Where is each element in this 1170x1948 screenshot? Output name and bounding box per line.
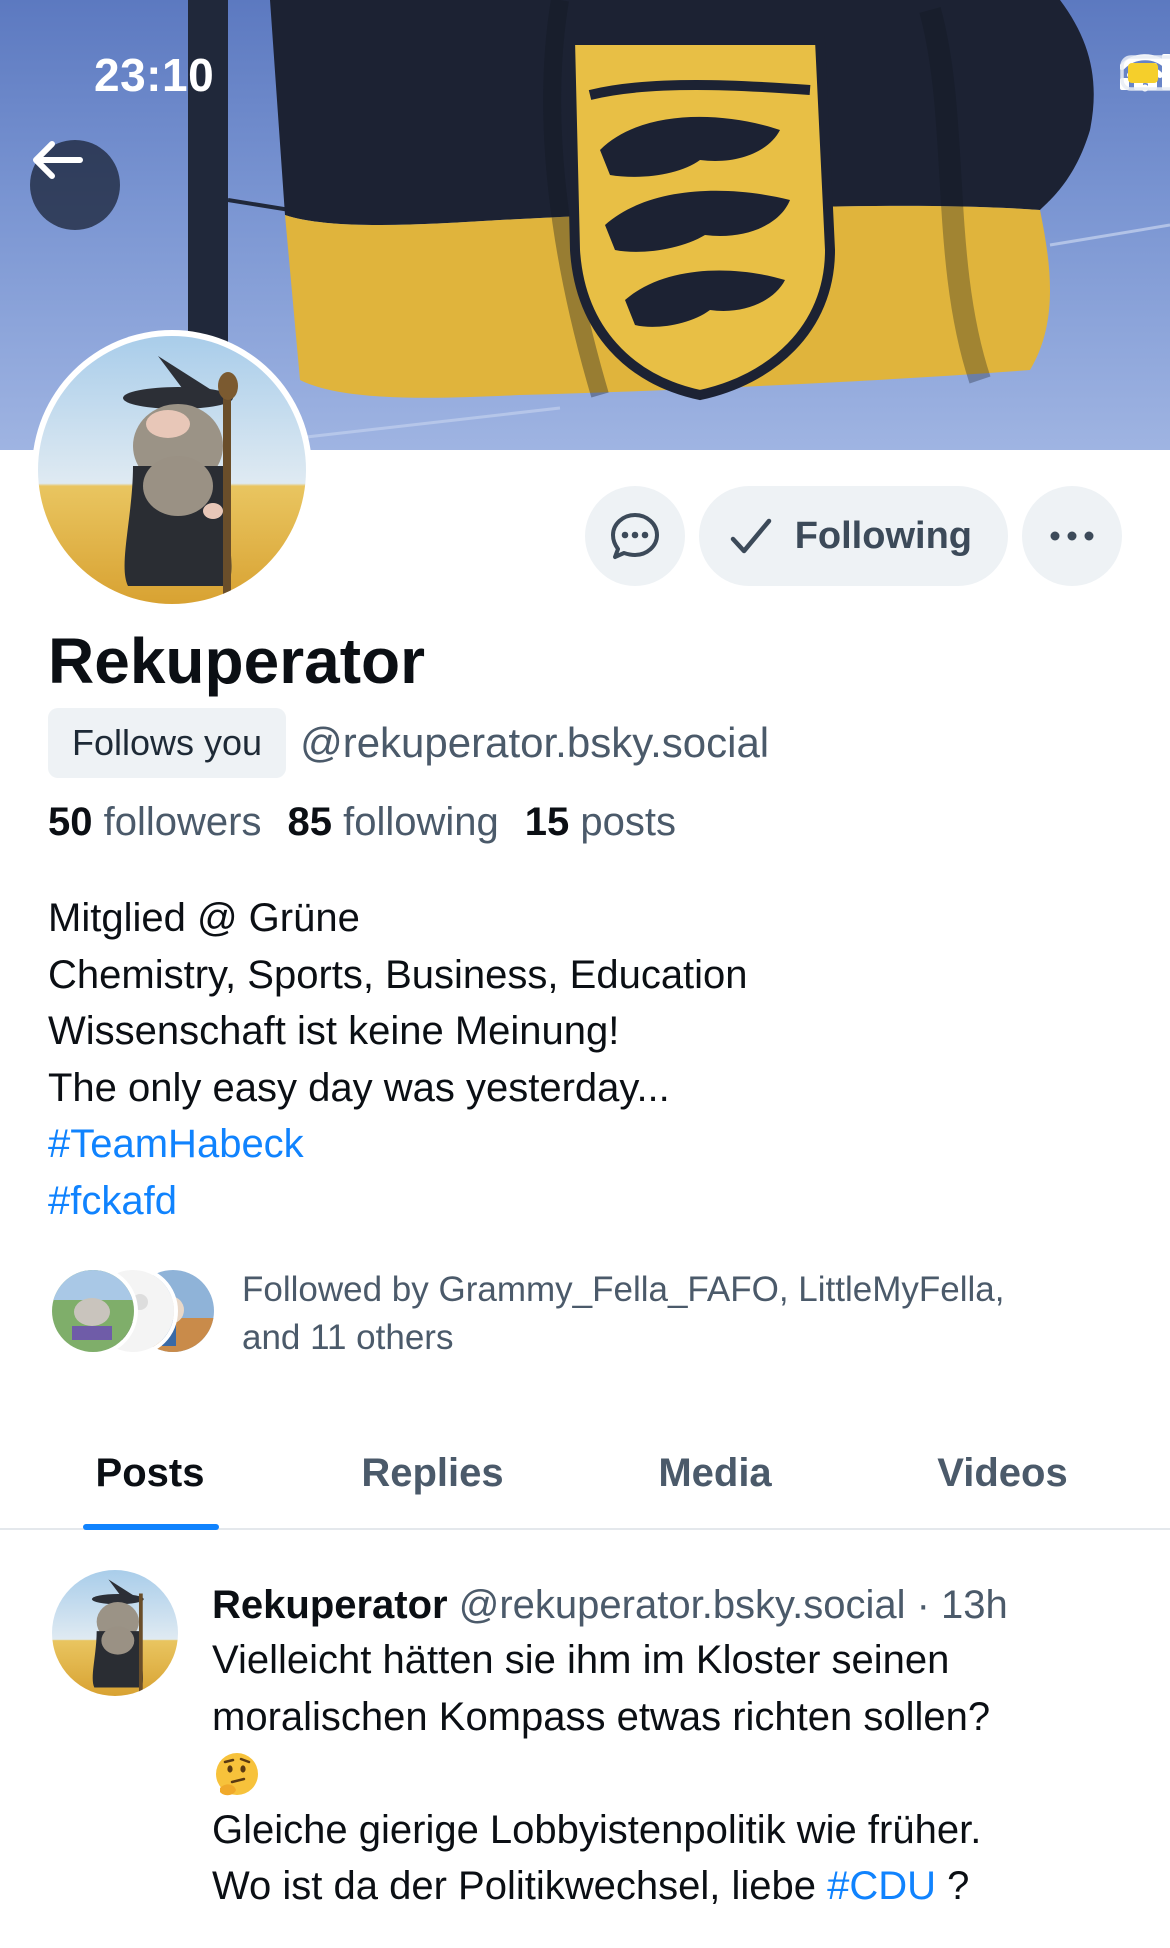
active-tab-indicator <box>83 1524 219 1530</box>
post-author-name[interactable]: Rekuperator <box>212 1583 448 1627</box>
post-body: Rekuperator @rekuperator.bsky.social · 1… <box>212 1578 1132 1915</box>
following-stat[interactable]: 85 following <box>287 800 498 845</box>
post-text-line: Gleiche gierige Lobbyistenpolitik wie fr… <box>212 1807 982 1852</box>
followers-count: 50 <box>48 800 93 844</box>
profile-handle-row: Follows you @rekuperator.bsky.social <box>48 708 769 778</box>
wizard-avatar-image <box>38 336 306 604</box>
wizard-avatar-image <box>52 1570 178 1696</box>
posts-label: posts <box>580 800 676 844</box>
arrow-left-icon <box>33 141 83 179</box>
post-text-span: Wo ist da der Politikwechsel, liebe <box>212 1864 828 1908</box>
feed-post[interactable]: Rekuperator @rekuperator.bsky.social · 1… <box>0 1540 1170 1948</box>
tab-label: Replies <box>361 1450 504 1495</box>
post-separator: · <box>916 1583 930 1627</box>
tab-label: Videos <box>937 1450 1068 1495</box>
avatar <box>48 1266 138 1356</box>
tab-videos[interactable]: Videos <box>865 1418 1140 1528</box>
bio-line: The only easy day was yesterday... <box>48 1065 670 1110</box>
hashtag-link[interactable]: #fckafd <box>48 1179 177 1223</box>
profile-tabs: Posts Replies Media Videos <box>0 1418 1170 1530</box>
bio-line: Wissenschaft ist keine Meinung! <box>48 1009 620 1053</box>
followers-stat[interactable]: 50 followers <box>48 800 261 845</box>
tab-replies[interactable]: Replies <box>300 1418 565 1528</box>
profile-avatar[interactable] <box>32 330 312 610</box>
post-header: Rekuperator @rekuperator.bsky.social · 1… <box>212 1578 1132 1632</box>
message-button[interactable] <box>584 486 685 586</box>
profile-handle: @rekuperator.bsky.social <box>300 719 770 766</box>
battery-icon <box>1120 55 1170 91</box>
thinking-face-emoji <box>216 1753 258 1796</box>
followed-by-line: and 11 others <box>242 1318 454 1357</box>
tab-media[interactable]: Media <box>565 1418 865 1528</box>
tab-posts[interactable]: Posts <box>0 1418 300 1530</box>
post-author-handle[interactable]: @rekuperator.bsky.social <box>459 1583 906 1627</box>
status-time: 23:10 <box>94 49 215 101</box>
followed-by-line: Followed by Grammy_Fella_FAFO, LittleMyF… <box>242 1270 1005 1309</box>
profile-stats: 50 followers 85 following 15 posts <box>48 800 676 845</box>
posts-count: 15 <box>524 800 570 844</box>
follows-you-badge: Follows you <box>48 708 287 778</box>
tab-label: Media <box>658 1450 772 1495</box>
follower-avatars <box>48 1266 218 1362</box>
profile-bio: Mitglied @ Grüne Chemistry, Sports, Busi… <box>48 890 748 1229</box>
checkmark-icon <box>730 518 771 554</box>
followed-by-text: Followed by Grammy_Fella_FAFO, LittleMyF… <box>242 1266 1092 1362</box>
bio-line: Chemistry, Sports, Business, Education <box>48 952 748 997</box>
following-count: 85 <box>287 800 332 844</box>
following-button[interactable]: Following <box>698 486 1008 586</box>
posts-stat: 15 posts <box>525 800 676 845</box>
followed-by-summary[interactable]: Followed by Grammy_Fella_FAFO, LittleMyF… <box>48 1266 1092 1362</box>
post-text-line: Vielleicht hätten sie ihm im Kloster sei… <box>212 1638 950 1682</box>
profile-actions: Following <box>584 486 1122 586</box>
hashtag-link[interactable]: #CDU <box>827 1864 936 1908</box>
hashtag-link[interactable]: #TeamHabeck <box>48 1122 304 1166</box>
tab-label: Posts <box>95 1450 205 1495</box>
post-timestamp[interactable]: 13h <box>941 1583 1008 1627</box>
more-options-button[interactable] <box>1022 486 1122 586</box>
post-text-span: ? <box>936 1864 970 1908</box>
followers-label: followers <box>103 800 262 844</box>
chat-bubble-icon <box>610 513 659 559</box>
following-label: following <box>343 800 499 844</box>
bio-line: Mitglied @ Grüne <box>48 896 360 940</box>
profile-display-name: Rekuperator <box>48 625 425 697</box>
more-horizontal-icon <box>1050 531 1094 541</box>
back-button[interactable] <box>30 140 120 230</box>
status-bar: 23:10 <box>0 0 1170 150</box>
post-text: Vielleicht hätten sie ihm im Kloster sei… <box>212 1632 1132 1915</box>
post-text-line: moralischen Kompass etwas richten sollen… <box>212 1694 991 1739</box>
post-author-avatar[interactable] <box>52 1570 178 1696</box>
following-button-label: Following <box>794 514 972 557</box>
